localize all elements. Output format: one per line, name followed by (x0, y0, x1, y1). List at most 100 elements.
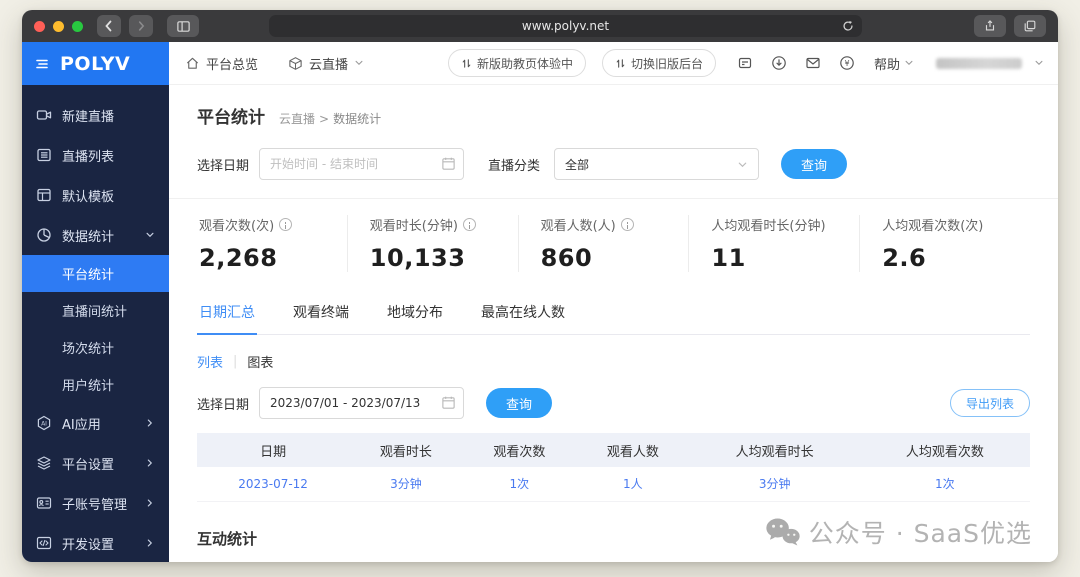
sidebar-item-label: 子账号管理 (62, 497, 128, 513)
chevron-right-icon (147, 539, 153, 547)
table-row[interactable]: 2023-07-12 3分钟 1次 1人 3分钟 1次 (197, 467, 1030, 502)
id-card-icon (36, 497, 52, 509)
query-button[interactable]: 查询 (781, 149, 848, 179)
pill-button-label: 切换旧版后台 (630, 56, 703, 71)
sidebar-item-developer-settings[interactable]: 开发设置 (22, 523, 169, 562)
breadcrumb-current: 数据统计 (333, 112, 382, 126)
home-icon (186, 57, 199, 69)
sidebar-item-label: 平台设置 (62, 457, 115, 473)
sidebar-item-data-statistics[interactable]: 数据统计 (22, 215, 169, 255)
code-icon (36, 536, 52, 550)
sidebar-item-platform-settings[interactable]: 平台设置 (22, 443, 169, 483)
close-window-button[interactable] (34, 20, 45, 32)
sidebar-item-ai-apps[interactable]: AI AI应用 (22, 403, 169, 443)
date-range-input[interactable] (259, 148, 465, 180)
info-icon[interactable] (462, 218, 476, 231)
sidebar-subitem-label: 平台统计 (62, 268, 115, 283)
svg-text:¥: ¥ (844, 59, 849, 68)
switch-arrows-icon (616, 58, 625, 68)
watermark-text: 公众号 · SaaS优选 (808, 519, 1032, 548)
sidebar-subitem-platform-statistics[interactable]: 平台统计 (22, 255, 169, 292)
cell-avg-views: 1次 (859, 467, 1030, 502)
stat-label: 观看时长(分钟) (369, 219, 458, 234)
view-toggle-list[interactable]: 列表 (197, 352, 223, 371)
view-toggle-chart[interactable]: 图表 (247, 352, 273, 371)
traffic-lights (34, 20, 83, 32)
chevron-down-icon[interactable] (1034, 58, 1044, 68)
help-menu[interactable]: 帮助 (874, 54, 914, 73)
chevron-right-icon (147, 419, 153, 427)
sidebar-subitem-room-statistics[interactable]: 直播间统计 (22, 292, 169, 329)
sidebar-subitem-session-statistics[interactable]: 场次统计 (22, 329, 169, 366)
tab-max-online[interactable]: 最高在线人数 (479, 294, 567, 334)
info-icon[interactable] (620, 218, 634, 231)
table-header-row: 日期 观看时长 观看次数 观看人数 人均观看时长 人均观看次数 (197, 433, 1030, 467)
table-filter-row: 选择日期 查询 导出列表 (197, 387, 1030, 419)
category-select[interactable]: 全部 (554, 148, 760, 180)
currency-circle-icon: ¥ (840, 56, 854, 70)
table-query-button[interactable]: 查询 (486, 388, 553, 418)
tab-bar: 日期汇总 观看终端 地域分布 最高在线人数 (197, 294, 1030, 335)
sidebar-subitem-user-statistics[interactable]: 用户统计 (22, 366, 169, 403)
hamburger-menu-icon[interactable] (34, 56, 50, 72)
back-button[interactable] (97, 15, 121, 37)
url-bar[interactable]: www.polyv.net (269, 15, 862, 37)
reload-icon[interactable] (841, 19, 855, 33)
tab-view-terminal[interactable]: 观看终端 (291, 294, 351, 334)
nav-cloud-live[interactable]: 云直播 (288, 54, 364, 73)
category-filter-label: 直播分类 (488, 158, 541, 174)
sidebar-item-live-list[interactable]: 直播列表 (22, 135, 169, 175)
date-filter-label: 选择日期 (197, 158, 250, 174)
stat-view-count: 观看次数(次) 2,268 (197, 215, 347, 272)
column-header: 人均观看次数 (859, 433, 1030, 467)
brand-logo: POLYV (60, 52, 131, 75)
tab-region-distribution[interactable]: 地域分布 (385, 294, 445, 334)
sidebar-item-label: 数据统计 (62, 229, 115, 245)
chevron-down-icon (146, 232, 154, 238)
tab-date-summary[interactable]: 日期汇总 (197, 294, 257, 335)
minimize-window-button[interactable] (53, 20, 64, 32)
export-list-button[interactable]: 导出列表 (949, 389, 1030, 417)
column-header: 人均观看时长 (689, 433, 860, 467)
category-select-value: 全部 (565, 157, 590, 172)
top-navigation-bar: 平台总览 云直播 新版助教页体验中 切换旧版后台 ¥ 帮助 (169, 42, 1058, 85)
chevron-down-icon (355, 60, 363, 66)
sidebar-item-new-live[interactable]: 新建直播 (22, 95, 169, 135)
column-header: 观看人数 (576, 433, 690, 467)
tabs-icon (1024, 20, 1036, 32)
new-assistant-page-button[interactable]: 新版助教页体验中 (447, 49, 586, 77)
download-button[interactable] (766, 55, 792, 71)
cell-avg-duration: 3分钟 (689, 467, 860, 502)
sidebar-item-label: AI应用 (62, 417, 101, 433)
sidebar: POLYV 新建直播 直播列表 默认模板 数据统计 平台统计 直播间统计 场次统… (22, 42, 169, 562)
view-toggle-separator: | (233, 354, 238, 369)
announcement-button[interactable] (732, 55, 758, 71)
cell-view-count: 1次 (462, 467, 577, 502)
stat-viewer-count: 观看人数(人) 860 (517, 215, 689, 272)
stat-value: 860 (540, 244, 593, 272)
sidebar-item-default-template[interactable]: 默认模板 (22, 175, 169, 215)
breadcrumb-separator: > (319, 111, 330, 126)
tabs-overview-button[interactable] (1014, 15, 1046, 37)
billing-button[interactable]: ¥ (834, 55, 860, 71)
chevron-down-icon (738, 162, 747, 167)
messages-button[interactable] (800, 55, 826, 71)
sidebar-toggle-button[interactable] (167, 15, 199, 37)
column-header: 观看次数 (462, 433, 577, 467)
share-button[interactable] (974, 15, 1006, 37)
info-icon[interactable] (279, 218, 293, 231)
chevron-right-icon (147, 459, 153, 467)
sidebar-item-subaccount-management[interactable]: 子账号管理 (22, 483, 169, 523)
account-name-blurred[interactable] (936, 57, 1022, 69)
stat-label: 人均观看次数(次) (882, 219, 984, 234)
view-toggle: 列表 | 图表 (197, 352, 1030, 371)
breadcrumb-parent[interactable]: 云直播 (279, 110, 315, 127)
table-date-range-input[interactable] (259, 387, 465, 419)
stat-view-duration: 观看时长(分钟) 10,133 (346, 215, 518, 272)
forward-button[interactable] (129, 15, 153, 37)
nav-platform-overview[interactable]: 平台总览 (185, 54, 258, 73)
maximize-window-button[interactable] (72, 20, 83, 32)
logo-band[interactable]: POLYV (22, 42, 169, 85)
switch-old-version-button[interactable]: 切换旧版后台 (601, 49, 716, 77)
browser-chrome: www.polyv.net (22, 10, 1058, 42)
